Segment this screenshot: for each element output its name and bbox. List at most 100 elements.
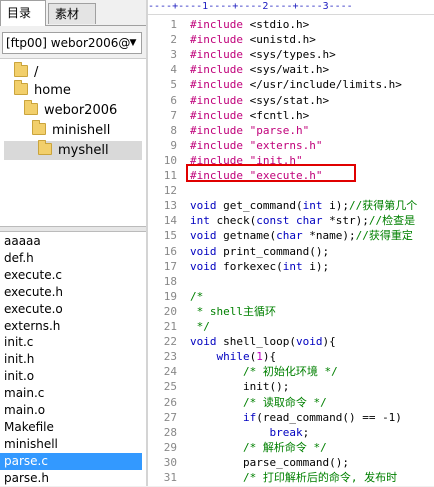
server-select-value: [ftp00] webor2006@: [6, 36, 131, 50]
line-number: 21: [163, 320, 177, 333]
code-token: parse_command();: [190, 455, 349, 469]
line-number: 4: [170, 63, 177, 77]
line-number: 11: [163, 169, 177, 182]
code-line[interactable]: #include <sys/stat.h>: [190, 93, 329, 108]
line-number: 7: [170, 108, 177, 122]
code-token: <unistd.h>: [249, 33, 316, 47]
line-number: 2: [170, 33, 177, 47]
code-line[interactable]: /* 初始化环境 */: [190, 364, 338, 379]
code-token: break: [269, 425, 303, 439]
code-line[interactable]: parse_command();: [190, 455, 349, 470]
code-line[interactable]: #include <stdio.h>: [190, 17, 309, 32]
code-line[interactable]: #include <fcntl.h>: [190, 108, 309, 123]
file-item[interactable]: minishell: [0, 436, 142, 453]
tree-node-home[interactable]: home: [14, 80, 71, 100]
code-line[interactable]: int check(const char *str);//检查是: [190, 213, 415, 228]
line-number: 26: [163, 395, 177, 409]
file-item[interactable]: execute.h: [0, 284, 142, 301]
file-item[interactable]: main.c: [0, 385, 142, 402]
code-line[interactable]: #include </usr/include/limits.h>: [190, 77, 402, 92]
highlight-box: [186, 164, 356, 182]
code-token: if: [242, 410, 257, 424]
code-token: int: [190, 214, 210, 228]
server-select[interactable]: [ftp00] webor2006@ ▼: [2, 32, 142, 54]
code-token: get_command(: [216, 199, 303, 213]
code-token: check(: [209, 214, 257, 228]
line-number: 25: [163, 380, 177, 394]
code-line[interactable]: void forkexec(int i);: [190, 259, 329, 274]
code-token: void: [190, 199, 217, 213]
code-token: 1: [256, 350, 263, 364]
line-number: 8: [170, 123, 177, 137]
code-line[interactable]: /* 读取命令 */: [190, 395, 327, 410]
code-line[interactable]: init();: [190, 379, 289, 394]
code-token: "parse.h": [249, 123, 310, 137]
file-item[interactable]: aaaaa: [0, 233, 142, 250]
code-token: * shell主循环: [190, 304, 276, 318]
file-item[interactable]: init.c: [0, 334, 142, 351]
line-number: 18: [163, 274, 177, 288]
code-token: int: [282, 259, 303, 273]
code-line[interactable]: void shell_loop(void){: [190, 334, 336, 349]
directory-tree: / home webor2006 minishell myshell: [0, 58, 146, 227]
tab-directory[interactable]: 目录: [0, 0, 46, 26]
tree-node-label: home: [34, 83, 71, 98]
code-line[interactable]: /*: [190, 289, 203, 304]
line-number: 22: [163, 335, 177, 349]
code-line[interactable]: #include "externs.h": [190, 138, 322, 153]
code-token: (read_command() == -1): [256, 410, 402, 424]
code-line[interactable]: #include <unistd.h>: [190, 32, 316, 47]
code-token: #include: [190, 33, 250, 47]
line-number: 30: [163, 455, 177, 469]
file-item[interactable]: Makefile: [0, 419, 142, 436]
tree-node-label: minishell: [52, 123, 111, 138]
code-token: #include: [190, 63, 250, 77]
code-line[interactable]: break;: [190, 425, 309, 440]
code-line[interactable]: */: [190, 319, 210, 334]
code-line[interactable]: while(1){: [190, 349, 277, 364]
line-number: 20: [163, 304, 177, 318]
line-number: 14: [163, 214, 177, 228]
code-editor[interactable]: ----+----1----+----2----+----3---- 12345…: [148, 0, 434, 486]
code-token: <sys/stat.h>: [249, 93, 330, 107]
code-token: //获得重定: [355, 229, 413, 243]
code-line[interactable]: #include <sys/types.h>: [190, 47, 336, 62]
chevron-down-icon[interactable]: ▼: [125, 33, 141, 53]
code-line[interactable]: * shell主循环: [190, 304, 276, 319]
file-item[interactable]: externs.h: [0, 318, 142, 335]
code-token: /* 初始化环境 */: [242, 365, 338, 379]
tree-node-myshell[interactable]: myshell: [4, 140, 142, 160]
code-line[interactable]: void get_command(int i);//获得第几个: [190, 198, 417, 213]
tab-material[interactable]: 素材: [48, 3, 96, 24]
code-token: {: [329, 335, 336, 349]
file-item[interactable]: parse.c: [0, 452, 142, 470]
line-number: 13: [163, 199, 177, 213]
code-line[interactable]: #include <sys/wait.h>: [190, 62, 329, 77]
tree-node-minishell[interactable]: minishell: [32, 120, 111, 140]
file-item[interactable]: parse.h: [0, 470, 142, 487]
line-number: 31: [163, 471, 177, 484]
file-item[interactable]: init.h: [0, 351, 142, 368]
file-item[interactable]: execute.c: [0, 267, 142, 284]
code-line[interactable]: #include "parse.h": [190, 123, 309, 138]
code-token: <fcntl.h>: [249, 108, 310, 122]
line-number: 28: [163, 425, 177, 439]
code-line[interactable]: if(read_command() == -1): [190, 410, 402, 425]
code-line[interactable]: /* 解析命令 */: [190, 440, 327, 455]
code-line[interactable]: void print_command();: [190, 244, 329, 259]
code-line[interactable]: void getname(char *name);//获得重定: [190, 228, 413, 243]
file-item[interactable]: def.h: [0, 250, 142, 267]
line-number: 23: [163, 350, 177, 364]
folder-icon: [32, 120, 46, 135]
code-token: while: [216, 350, 250, 364]
column-ruler: ----+----1----+----2----+----3----: [148, 0, 434, 15]
tree-node-webor2006[interactable]: webor2006: [24, 100, 117, 120]
folder-icon: [14, 62, 28, 77]
file-item[interactable]: execute.o: [0, 301, 142, 318]
code-token: #include: [190, 18, 250, 31]
file-item[interactable]: main.o: [0, 402, 142, 419]
code-line[interactable]: /* 打印解析后的命令, 发布时: [190, 470, 397, 485]
file-item[interactable]: init.o: [0, 368, 142, 385]
